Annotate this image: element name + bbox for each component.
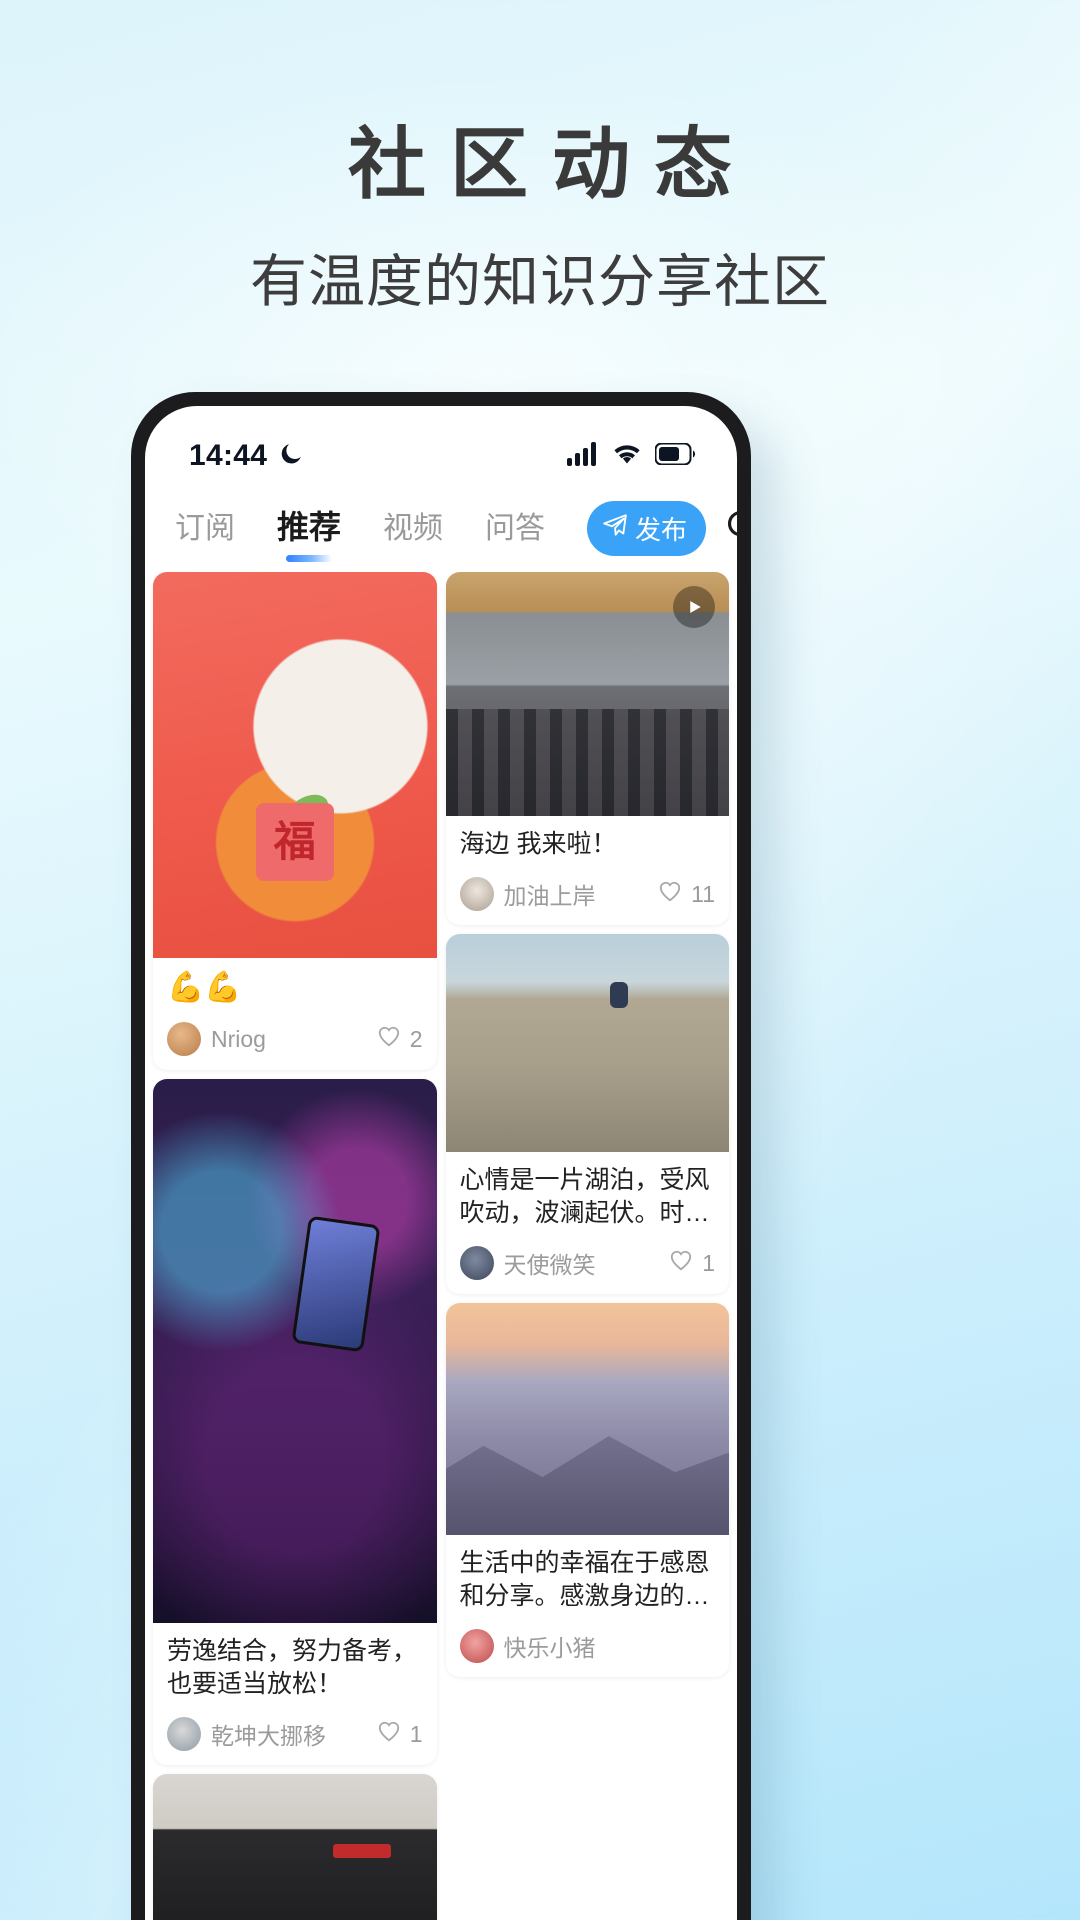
avatar[interactable] [167, 1022, 201, 1056]
like-count: 2 [409, 1025, 423, 1052]
tab-recommend[interactable]: 推荐 [277, 502, 341, 554]
card-footer: 天使微笑 1 [446, 1236, 730, 1294]
feed-card[interactable]: 海边 我来啦！ 加油上岸 11 [445, 572, 730, 925]
card-footer: Nriog 2 [153, 1012, 437, 1070]
search-button[interactable] [724, 507, 737, 550]
status-bar-left: 14:44 [189, 439, 304, 473]
status-bar-right [567, 441, 697, 471]
card-body: 生活中的幸福在于感恩和分享。感激身边的人和事，… [446, 1535, 730, 1619]
like-group[interactable]: 2 [376, 1023, 423, 1055]
card-image-beach[interactable] [445, 934, 729, 1152]
card-title: 劳逸结合，努力备考，也要适当放松！ [167, 1637, 418, 1698]
card-body: 心情是一片湖泊，受风吹动，波澜起伏。时而湛蓝… [446, 1152, 730, 1236]
feed-card[interactable] [153, 1774, 437, 1920]
search-icon [724, 507, 737, 550]
card-username[interactable]: 快乐小猪 [504, 1629, 596, 1663]
signal-bars-icon [567, 441, 599, 471]
tab-video[interactable]: 视频 [383, 503, 443, 553]
status-time: 14:44 [189, 439, 268, 472]
card-footer: 快乐小猪 [446, 1619, 730, 1677]
feed-card[interactable]: 💪💪 Nriog 2 [153, 572, 437, 1070]
card-image-concert[interactable] [153, 1079, 437, 1623]
card-title: 生活中的幸福在于感恩和分享。感激身边的人和事，… [459, 1549, 710, 1610]
like-group[interactable]: 1 [376, 1718, 423, 1750]
page-subtitle: 有温度的知识分享社区 [250, 249, 830, 314]
paper-plane-icon [602, 512, 628, 545]
tab-qa[interactable]: 问答 [485, 503, 545, 553]
card-title: 💪💪 [167, 971, 242, 1004]
card-image-desk[interactable] [153, 1774, 437, 1920]
like-count: 1 [409, 1720, 423, 1747]
feed-column-right: 海边 我来啦！ 加油上岸 11 心情是一片湖泊，受风吹动，波澜起伏。时而 天使微… [445, 572, 730, 1920]
page-title: 社区动态 [347, 120, 756, 208]
card-username[interactable]: Nriog [211, 1026, 266, 1053]
avatar[interactable] [459, 1246, 494, 1280]
crescent-moon-icon [278, 441, 304, 472]
card-body: 💪💪 [153, 958, 437, 1012]
like-group[interactable]: 11 [657, 878, 715, 910]
feed-card[interactable]: 劳逸结合，努力备考，也要适当放松！ 乾坤大挪移 1 [153, 1079, 437, 1765]
heart-icon [668, 1247, 694, 1279]
feed-grid[interactable]: 💪💪 Nriog 2 [145, 572, 737, 1920]
card-username[interactable]: 天使微笑 [504, 1246, 596, 1280]
card-username[interactable]: 加油上岸 [504, 877, 596, 911]
heart-icon [376, 1718, 402, 1750]
phone-mockup: 14:44 订阅 推荐 视频 问答 发布 福 💪💪 Nriog 2 劳逸结合，努… [131, 392, 751, 1920]
heart-icon [657, 878, 683, 910]
publish-button[interactable]: 发布 [587, 500, 707, 556]
card-title: 海边 我来啦！ [459, 830, 617, 858]
battery-icon [654, 442, 697, 470]
card-username[interactable]: 乾坤大挪移 [211, 1717, 326, 1751]
hero-section: 社区动态 有温度的知识分享社区 [0, 0, 1080, 318]
like-count: 1 [702, 1249, 715, 1276]
card-footer: 加油上岸 11 [446, 867, 730, 925]
feed-card[interactable]: 心情是一片湖泊，受风吹动，波澜起伏。时而湛蓝… 天使微笑 1 [445, 934, 730, 1294]
card-body: 劳逸结合，努力备考，也要适当放松！ [153, 1623, 437, 1707]
card-image-seaside-street[interactable] [445, 572, 729, 816]
tab-subscriptions[interactable]: 订阅 [175, 503, 235, 553]
tab-bar: 订阅 推荐 视频 问答 发布 [145, 484, 737, 572]
card-image-mouse-orange[interactable] [153, 572, 437, 958]
play-icon[interactable] [673, 586, 715, 628]
heart-icon [376, 1023, 402, 1055]
avatar[interactable] [167, 1717, 201, 1751]
status-bar: 14:44 [145, 406, 737, 484]
avatar[interactable] [459, 1629, 494, 1663]
like-group[interactable]: 1 [668, 1247, 715, 1279]
card-footer: 乾坤大挪移 1 [153, 1707, 437, 1765]
card-body: 海边 我来啦！ [446, 816, 730, 867]
card-image-mountain[interactable] [445, 1303, 729, 1535]
publish-button-label: 发布 [635, 514, 688, 545]
card-title: 心情是一片湖泊，受风吹动，波澜起伏。时而湛蓝… [459, 1166, 710, 1227]
avatar[interactable] [459, 877, 494, 911]
feed-card[interactable]: 生活中的幸福在于感恩和分享。感激身边的人和事，… 快乐小猪 [445, 1303, 730, 1677]
like-count: 11 [691, 880, 715, 907]
phone-screen: 14:44 订阅 推荐 视频 问答 发布 福 💪💪 Nriog 2 劳逸结合，努… [145, 406, 737, 1920]
wifi-icon [612, 442, 642, 471]
feed-column-left: 💪💪 Nriog 2 [153, 572, 437, 1920]
